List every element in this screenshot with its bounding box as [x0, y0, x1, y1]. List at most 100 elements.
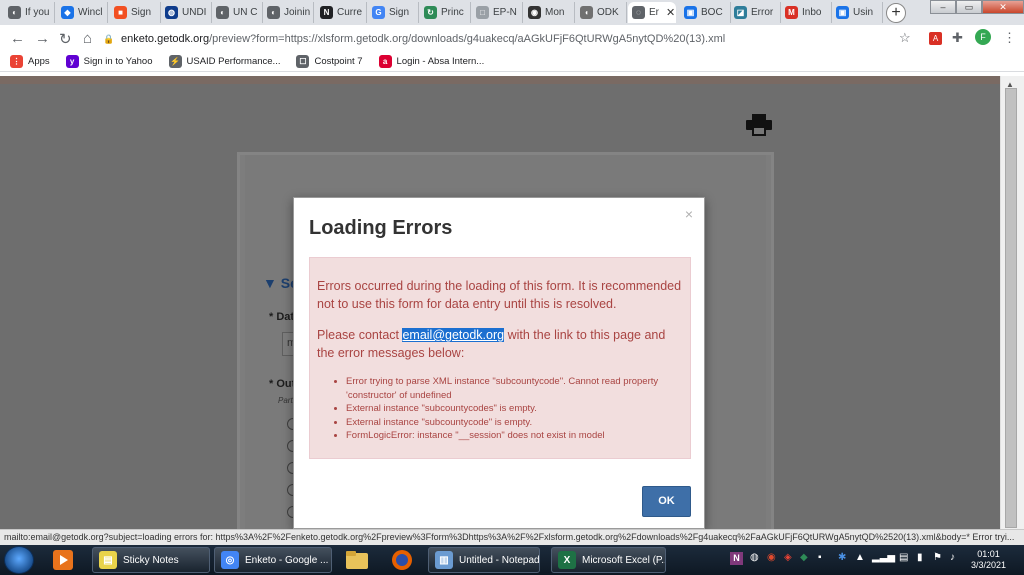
url-host: enketo.getodk.org — [121, 33, 210, 45]
bookmark-icon: ☐ — [296, 55, 310, 68]
tray-icon-1[interactable]: ◍ — [750, 552, 759, 563]
browser-tab[interactable]: M Inbo — [781, 2, 832, 23]
start-button[interactable] — [4, 546, 34, 574]
extensions-puzzle-icon[interactable]: ✚ — [952, 30, 963, 46]
scrollbar-thumb[interactable] — [1005, 88, 1017, 528]
browser-tab[interactable]: ▣ Usin — [832, 2, 883, 23]
collapse-triangle-icon: ▼ — [263, 275, 277, 291]
browser-tab[interactable]: ◐ UN C — [212, 2, 263, 23]
browser-tab[interactable]: □ EP-N — [472, 2, 523, 23]
browser-toolbar: ← → ↻ ⌂ 🔒 enketo.getodk.org/preview?form… — [0, 25, 1024, 52]
bookmark-label: Apps — [28, 56, 50, 67]
browser-tab[interactable]: ◐ Joinin — [263, 2, 314, 23]
browser-tab[interactable]: ◆ Wincl — [57, 2, 108, 23]
bookmark-star-icon[interactable]: ☆ — [899, 30, 911, 46]
battery-icon[interactable]: ▮ — [917, 552, 923, 563]
link-status-bar: mailto:email@getodk.org?subject=loading … — [0, 529, 1024, 545]
bookmark-item[interactable]: a Login - Absa Intern... — [378, 55, 485, 68]
bookmark-item[interactable]: y Sign in to Yahoo — [65, 55, 153, 68]
taskbar-task[interactable]: ▤ Sticky Notes — [92, 547, 210, 573]
ok-button[interactable]: OK — [642, 486, 691, 517]
firefox-icon[interactable] — [387, 548, 417, 572]
bookmark-label: Login - Absa Intern... — [396, 56, 485, 67]
browser-tab[interactable]: ◍ UNDI — [161, 2, 212, 23]
volume-icon[interactable]: ♪ — [950, 552, 955, 563]
flag-icon[interactable]: ⚑ — [933, 552, 942, 563]
close-window-button[interactable]: ✕ — [982, 0, 1024, 14]
contact-email-link[interactable]: email@getodk.org — [402, 328, 505, 342]
bookmark-item[interactable]: ☐ Costpoint 7 — [296, 55, 363, 68]
error-alert-box: Errors occurred during the loading of th… — [309, 257, 691, 459]
pdf-extension-icon[interactable]: A — [929, 32, 942, 45]
bookmark-label: Sign in to Yahoo — [83, 56, 153, 67]
back-button[interactable]: ← — [10, 30, 25, 47]
taskbar-task[interactable]: X Microsoft Excel (P... — [551, 547, 666, 573]
bookmark-icon: ⋮ — [10, 55, 23, 68]
taskbar-task[interactable]: ◎ Enketo - Google ... — [214, 547, 332, 573]
tab-title: UN C — [233, 7, 258, 18]
minimize-button[interactable]: – — [930, 0, 956, 14]
bookmark-icon: a — [378, 55, 392, 68]
tab-title: Princ — [441, 7, 464, 18]
show-hidden-icons[interactable]: ▲ — [855, 552, 865, 563]
tab-title: Inbo — [802, 7, 822, 18]
media-player-icon[interactable] — [48, 548, 78, 572]
browser-tab[interactable]: ◐ If you — [4, 2, 55, 23]
tab-title: Mon — [545, 7, 565, 18]
tab-title: ODK — [597, 7, 619, 18]
page-top-bar — [0, 76, 1000, 84]
browser-tab[interactable]: N Curre — [316, 2, 367, 23]
print-icon[interactable] — [746, 114, 772, 136]
browser-tab[interactable]: ↻ Princ — [420, 2, 471, 23]
tab-title: Sign — [131, 7, 152, 18]
bookmark-icon: y — [65, 55, 79, 68]
home-button[interactable]: ⌂ — [83, 30, 92, 47]
tray-icon-5[interactable]: ▪ — [818, 552, 822, 563]
bluetooth-icon[interactable]: ✱ — [838, 552, 846, 563]
error-list-item: FormLogicError: instance "__session" doe… — [346, 429, 682, 443]
network-icon[interactable]: ▤ — [899, 552, 908, 563]
task-label: Enketo - Google ... — [245, 554, 329, 566]
address-bar[interactable]: 🔒 enketo.getodk.org/preview?form=https:/… — [103, 28, 923, 50]
browser-tab[interactable]: ◉ Mon — [524, 2, 575, 23]
system-clock[interactable]: 01:01 3/3/2021 — [966, 549, 1011, 571]
profile-avatar[interactable]: F — [975, 29, 991, 45]
tab-close-icon[interactable]: ✕ — [666, 6, 675, 19]
menu-kebab-icon[interactable]: ⋮ — [1003, 30, 1016, 46]
browser-tab[interactable]: ▣ BOC — [680, 2, 731, 23]
tab-title: Curre — [337, 7, 363, 18]
tray-icon-3[interactable]: ◈ — [784, 552, 792, 563]
browser-tab[interactable]: ◌ Er ✕ — [628, 2, 676, 23]
tab-favicon-icon: G — [372, 6, 385, 19]
tab-title: Er — [649, 7, 659, 18]
reload-button[interactable]: ↻ — [59, 30, 72, 48]
error-list: Error trying to parse XML instance "subc… — [346, 375, 682, 443]
browser-tab[interactable]: ◖ ODK — [576, 2, 627, 23]
bookmark-item[interactable]: ⚡ USAID Performance... — [168, 55, 281, 68]
tab-favicon-icon: ◌ — [632, 6, 645, 19]
browser-tab[interactable]: ■ Sign — [110, 2, 161, 23]
forward-button[interactable]: → — [35, 30, 50, 47]
bookmark-item[interactable]: ⋮ Apps — [10, 55, 50, 68]
task-label: Sticky Notes — [123, 554, 179, 566]
url-path: /preview?form=https://xlsform.getodk.org… — [209, 33, 726, 45]
tab-title: Joinin — [284, 7, 311, 18]
tab-favicon-icon: ◐ — [8, 6, 21, 19]
signal-icon[interactable]: ▂▃▅ — [872, 552, 895, 563]
dialog-close-icon[interactable]: × — [685, 206, 693, 222]
page-scrollbar[interactable]: ▲ — [1000, 76, 1024, 529]
browser-tab[interactable]: G Sign — [368, 2, 419, 23]
file-explorer-icon[interactable] — [342, 548, 372, 572]
new-tab-button[interactable]: + — [886, 3, 906, 23]
taskbar-task[interactable]: ▥ Untitled - Notepad — [428, 547, 540, 573]
error-list-item: Error trying to parse XML instance "subc… — [346, 375, 682, 402]
onenote-tray-icon[interactable]: N — [730, 552, 743, 565]
bookmark-label: USAID Performance... — [186, 56, 281, 67]
browser-tab[interactable]: ◪ Error — [730, 2, 781, 23]
tray-icon-2[interactable]: ◉ — [767, 552, 776, 563]
maximize-button[interactable]: ▭ — [956, 0, 982, 14]
tab-favicon-icon: □ — [476, 6, 489, 19]
tray-icon-4[interactable]: ◆ — [800, 552, 808, 563]
tab-title: Error — [751, 7, 774, 18]
clock-time: 01:01 — [977, 549, 1000, 559]
